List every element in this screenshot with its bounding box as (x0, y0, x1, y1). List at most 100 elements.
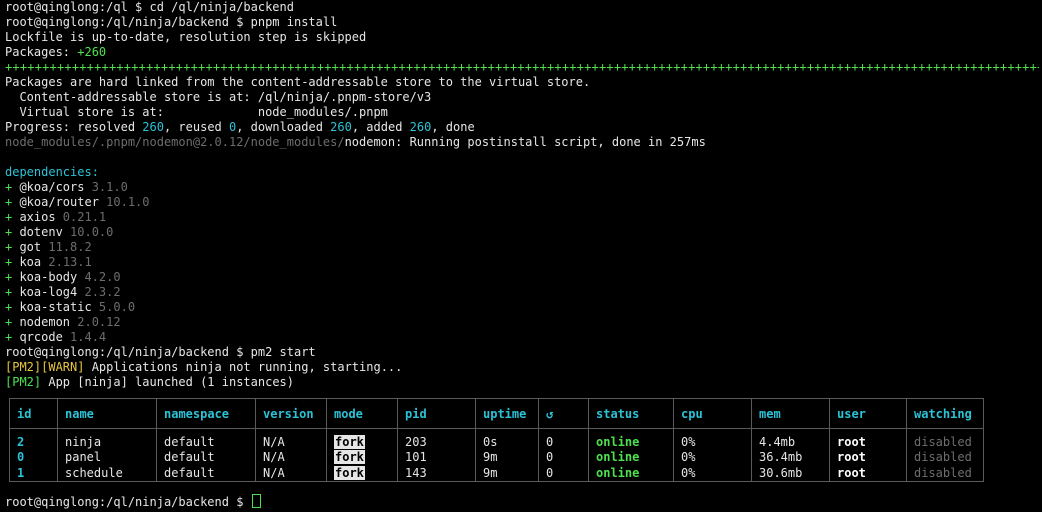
postinstall-path: node_modules/.pnpm/nodemon@2.0.12/node_m… (5, 135, 345, 149)
header-id: id (9, 398, 58, 429)
dependency-item: + qrcode 1.4.4 (5, 330, 1040, 345)
dependencies-list: + @koa/cors 3.1.0 + @koa/router 10.1.0 + a… (5, 180, 1040, 345)
dependency-version: 10.0.0 (62, 225, 114, 239)
cell-status: online (588, 435, 674, 450)
header-status: status (588, 398, 674, 429)
command-line: root@qinglong:/ql/ninja/backend $ pm2 st… (5, 345, 316, 359)
cell-version: N/A (255, 465, 327, 482)
header-mode: mode (326, 398, 398, 429)
cell-pid: 101 (397, 450, 476, 465)
cell-pid: 203 (397, 435, 476, 450)
postinstall-line: node_modules/.pnpm/nodemon@2.0.12/node_m… (5, 135, 1040, 150)
cell-watching: disabled (906, 435, 984, 450)
dependency-name: axios (19, 210, 56, 224)
dependency-version: 10.1.0 (98, 195, 150, 209)
dependency-plus: + (5, 210, 20, 224)
cell-pid: 143 (397, 465, 476, 482)
cell-restarts: 0 (538, 465, 589, 482)
cell-cpu: 0% (673, 435, 752, 450)
dependency-plus: + (5, 240, 20, 254)
header-mem: mem (751, 398, 830, 429)
dependency-plus: + (5, 270, 20, 284)
header-uptime: uptime (475, 398, 539, 429)
dependency-name: koa-body (19, 270, 78, 284)
pm2-warn-tag: [PM2][WARN] (5, 360, 85, 374)
dependency-version: 1.4.4 (62, 330, 107, 344)
cell-id: 2 (9, 435, 58, 450)
progress-text: Progress: resolved (5, 120, 143, 134)
dependency-name: koa (19, 255, 42, 269)
dependency-plus: + (5, 315, 20, 329)
postinstall-message: nodemon: Running postinstall script, don… (344, 135, 706, 149)
dependency-version: 2.13.1 (41, 255, 92, 269)
mode-badge: fork (334, 465, 365, 480)
downloaded-count: 260 (330, 120, 352, 134)
output-line: Packages are hard linked from the conten… (5, 75, 591, 89)
dependency-item: + axios 0.21.1 (5, 210, 1040, 225)
packages-count: +260 (77, 45, 107, 59)
cell-restarts: 0 (538, 435, 589, 450)
dependency-name: koa-log4 (19, 285, 78, 299)
dependency-name: @koa/router (19, 195, 99, 209)
cell-version: N/A (255, 450, 327, 465)
header-user: user (829, 398, 907, 429)
dependency-plus: + (5, 195, 20, 209)
dependency-version: 4.2.0 (77, 270, 121, 284)
cell-name: panel (57, 450, 157, 465)
cell-mem: 4.4mb (751, 435, 830, 450)
table-row: 1 schedule default N/A fork 143 9m 0 online 0% 30.… (9, 465, 984, 482)
terminal-output[interactable]: root@qinglong:/ql $ cd /ql/ninja/backend… (5, 0, 1040, 390)
cell-name: schedule (57, 465, 157, 482)
cell-user: root (829, 465, 907, 482)
dependency-name: nodemon (19, 315, 71, 329)
pm2-warn-line: [PM2][WARN] Applications ninja not runni… (5, 360, 1040, 375)
output-line: Virtual store is at: node_modules/.pnpm (5, 105, 388, 119)
cell-namespace: default (156, 465, 256, 482)
header-restarts: ↺ (538, 398, 589, 429)
dependency-item: + koa-log4 2.3.2 (5, 285, 1040, 300)
cell-status: online (588, 450, 674, 465)
dependency-plus: + (5, 225, 20, 239)
cell-namespace: default (156, 435, 256, 450)
dependency-plus: + (5, 255, 20, 269)
header-namespace: namespace (156, 398, 256, 429)
dependency-item: + got 11.8.2 (5, 240, 1040, 255)
table-row: 0 panel default N/A fork 101 9m 0 online 0% 36.4mb… (9, 450, 984, 465)
cell-mem: 36.4mb (751, 450, 830, 465)
dependency-item: + koa-body 4.2.0 (5, 270, 1040, 285)
cell-status: online (588, 465, 674, 482)
progress-text: , added (351, 120, 410, 134)
cell-id: 0 (9, 450, 58, 465)
mode-badge: fork (334, 450, 365, 464)
cell-user: root (829, 450, 907, 465)
header-pid: pid (397, 398, 476, 429)
dependency-version: 0.21.1 (55, 210, 107, 224)
pm2-message: App [ninja] launched (1 instances) (41, 375, 294, 389)
header-version: version (255, 398, 327, 429)
dependency-version: 11.8.2 (41, 240, 92, 254)
table-body: 2 ninja default N/A fork 203 0s 0 online 0% 4.4mb r… (9, 428, 984, 482)
dependency-version: 2.0.12 (70, 315, 121, 329)
added-count: 260 (409, 120, 432, 134)
dependency-plus: + (5, 300, 20, 314)
progress-summary-line: Progress: resolved 260, reused 0, downlo… (5, 120, 1040, 135)
pm2-warn-message: Applications ninja not running, starting… (84, 360, 403, 374)
cell-cpu: 0% (673, 465, 752, 482)
cell-user: root (829, 435, 907, 450)
cell-uptime: 9m (475, 465, 539, 482)
progress-text: , done (431, 120, 475, 134)
dependency-name: got (19, 240, 42, 254)
dependency-item: + @koa/router 10.1.0 (5, 195, 1040, 210)
command-line: root@qinglong:/ql/ninja/backend $ pnpm i… (5, 15, 338, 29)
cell-name: ninja (57, 435, 157, 450)
dependency-name: @koa/cors (19, 180, 85, 194)
output-line: Lockfile is up-to-date, resolution step … (5, 30, 367, 44)
final-prompt-line[interactable]: root@qinglong:/ql/ninja/backend $ (5, 494, 261, 509)
cell-cpu: 0% (673, 450, 752, 465)
cell-uptime: 0s (475, 435, 539, 450)
progress-text: , reused (163, 120, 229, 134)
pm2-tag: [PM2] (5, 375, 42, 389)
dependency-plus: + (5, 330, 20, 344)
dependency-item: + @koa/cors 3.1.0 (5, 180, 1040, 195)
